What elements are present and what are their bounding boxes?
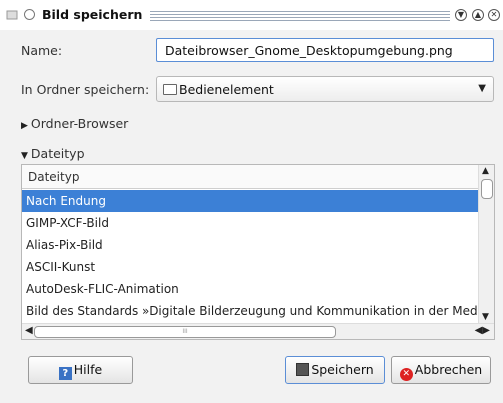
list-item[interactable]: GIMP-XCF-Bild (22, 212, 479, 234)
floppy-disk-icon (296, 363, 310, 376)
filetype-expander-label: Dateityp (30, 146, 85, 161)
filetype-rows: Nach Endung GIMP-XCF-Bild Alias-Pix-Bild… (22, 190, 479, 322)
list-item[interactable]: Nach Endung (22, 190, 479, 212)
folder-value: Bedienelement (179, 82, 274, 97)
title-bar-decoration (150, 11, 450, 21)
scroll-right-icon[interactable]: ◀▶ (475, 325, 490, 336)
cancel-button-label: Abbrechen (414, 362, 483, 377)
folder-select[interactable]: Bedienelement ▼ (156, 76, 494, 102)
filetype-column-header[interactable]: Dateityp (22, 165, 479, 189)
folder-label: In Ordner speichern: (21, 82, 150, 97)
list-item[interactable]: Bild des Standards »Digitale Bilderzeugu… (22, 300, 479, 322)
name-label: Name: (21, 43, 63, 58)
expand-down-icon: ▼ (21, 151, 28, 161)
app-icon (6, 10, 18, 20)
close-icon[interactable]: ✕ (488, 9, 500, 21)
save-button-label: Speichern (311, 362, 374, 377)
vertical-scroll-thumb[interactable] (481, 179, 493, 199)
vertical-scrollbar[interactable]: ▲ ▼ (478, 165, 494, 323)
help-icon: ? (58, 367, 72, 380)
filetype-list: Dateityp Nach Endung GIMP-XCF-Bild Alias… (21, 164, 495, 340)
title-bar[interactable]: Bild speichern ▼ ▲ ✕ (0, 0, 503, 30)
save-image-dialog: Bild speichern ▼ ▲ ✕ Name: Dateibrowser_… (0, 0, 503, 403)
save-button[interactable]: Speichern (285, 356, 385, 384)
horizontal-scrollbar[interactable]: ◀ III ◀▶ (22, 323, 494, 339)
folder-browser-expander[interactable]: ▶ Ordner-Browser (21, 116, 128, 131)
list-item[interactable]: Alias-Pix-Bild (22, 234, 479, 256)
folder-icon (163, 84, 177, 95)
cancel-button[interactable]: ✕ Abbrechen (391, 356, 491, 384)
folder-browser-label: Ordner-Browser (30, 116, 129, 131)
help-button-label: Hilfe (73, 362, 103, 377)
chevron-down-icon: ▼ (478, 83, 486, 94)
maximize-icon[interactable]: ▲ (472, 9, 484, 21)
expand-right-icon: ▶ (21, 121, 28, 131)
cancel-icon: ✕ (399, 368, 413, 381)
minimize-icon[interactable]: ▼ (455, 9, 467, 21)
scroll-up-icon[interactable]: ▲ (482, 166, 489, 176)
scroll-down-icon[interactable]: ▼ (482, 312, 489, 322)
window-menu-icon[interactable] (24, 9, 35, 20)
window-title: Bild speichern (42, 7, 143, 22)
list-item[interactable]: AutoDesk-FLIC-Animation (22, 278, 479, 300)
list-item[interactable]: ASCII-Kunst (22, 256, 479, 278)
horizontal-scroll-thumb[interactable]: III (34, 326, 336, 338)
scroll-left-icon[interactable]: ◀ (25, 325, 33, 336)
filetype-expander[interactable]: ▼ Dateityp (21, 146, 85, 161)
file-name-input[interactable]: Dateibrowser_Gnome_Desktopumgebung.png (156, 38, 494, 62)
help-button[interactable]: ? Hilfe (28, 356, 133, 384)
